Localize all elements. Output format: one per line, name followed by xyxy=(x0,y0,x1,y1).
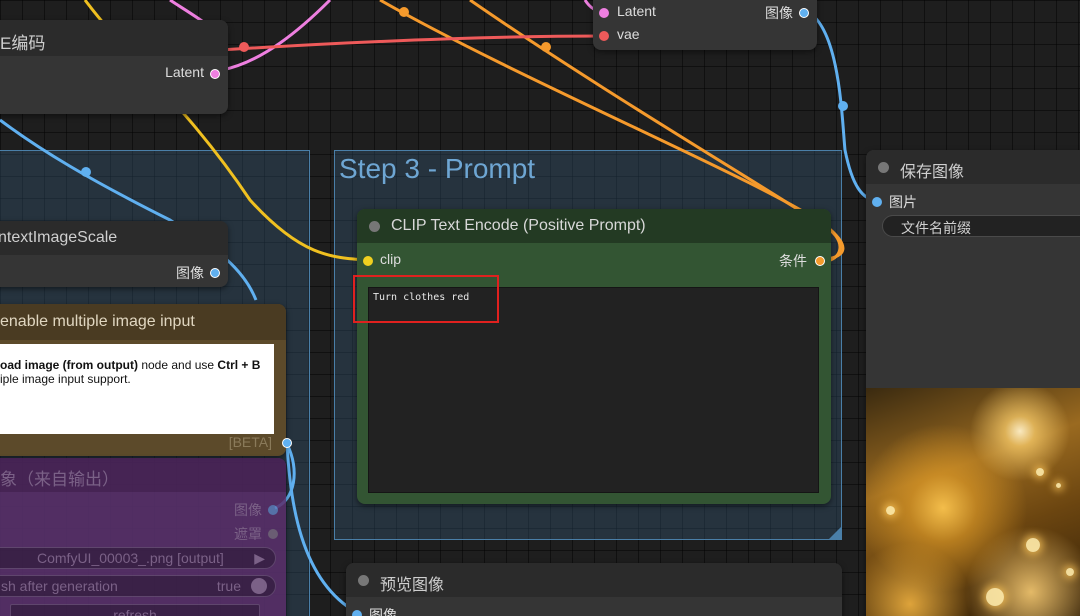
output-image[interactable]: 图像 xyxy=(765,3,809,23)
clip-text-encode-node[interactable]: CLIP Text Encode (Positive Prompt) clip … xyxy=(357,209,831,504)
output-conditioning[interactable]: 条件 xyxy=(779,251,825,271)
image-output-dot-icon[interactable] xyxy=(210,268,220,278)
input-vae[interactable]: vae xyxy=(599,26,640,46)
port-label: Latent xyxy=(165,64,204,80)
conditioning-output-dot-icon[interactable] xyxy=(815,256,825,266)
node-title-bar[interactable]: 预览图像 xyxy=(346,563,842,597)
port-label: 遮罩 xyxy=(234,526,262,542)
input-latent[interactable]: Latent xyxy=(599,3,656,23)
load-image-output-node[interactable]: 象（来自输出） 图像 遮罩 ComfyUI_00003_.png [output… xyxy=(0,458,286,616)
input-images[interactable]: 图片 xyxy=(872,192,917,212)
button-label: refresh xyxy=(113,607,157,616)
output-image[interactable]: 图像 xyxy=(234,500,278,520)
node-title-bar[interactable]: enable multiple image input xyxy=(0,304,286,340)
output-image[interactable]: 图像 xyxy=(176,263,220,283)
input-clip[interactable]: clip xyxy=(363,251,401,271)
light-spark xyxy=(886,506,895,515)
output-mask[interactable]: 遮罩 xyxy=(234,524,278,544)
output-latent[interactable]: Latent xyxy=(165,64,220,84)
widget-label: 文件名前缀 xyxy=(901,220,971,236)
node-title: 保存图像 xyxy=(900,164,965,181)
mask-output-dot-icon[interactable] xyxy=(268,529,278,539)
note-node[interactable]: enable multiple image input oad image (f… xyxy=(0,304,286,456)
vae-decode-node[interactable]: Latent vae 图像 xyxy=(593,0,817,50)
port-label: 图像 xyxy=(176,265,204,281)
node-title-bar[interactable]: 保存图像 xyxy=(866,150,1080,184)
image-input-dot-icon[interactable] xyxy=(872,197,882,207)
node-title-bar[interactable]: CLIP Text Encode (Positive Prompt) xyxy=(357,209,831,243)
toggle-label: sh after generation xyxy=(1,578,118,594)
beta-badge: [BETA] xyxy=(228,434,272,450)
save-image-node[interactable]: 保存图像 图片 文件名前缀 xyxy=(866,150,1080,616)
note-body[interactable]: oad image (from output) node and use Ctr… xyxy=(0,344,274,434)
note-line-2: iple image input support. xyxy=(0,372,131,386)
refresh-button[interactable]: refresh xyxy=(10,604,260,616)
vae-encode-node[interactable]: E编码 Latent xyxy=(0,20,228,114)
latent-input-dot-icon[interactable] xyxy=(599,8,609,18)
port-label: clip xyxy=(380,251,402,267)
latent-wire-2[interactable] xyxy=(221,0,332,72)
clip-input-dot-icon[interactable] xyxy=(363,256,373,266)
light-spark xyxy=(986,588,1004,606)
light-spark xyxy=(1056,483,1061,488)
group-resize-corner-icon[interactable] xyxy=(829,527,841,539)
note-bold-node: oad image (from output) xyxy=(0,358,138,372)
filename-prefix-widget[interactable]: 文件名前缀 xyxy=(882,215,1080,237)
group-title[interactable]: Step 3 - Prompt xyxy=(339,153,535,185)
preview-image-node[interactable]: 预览图像 图像 xyxy=(346,563,842,616)
node-title: CLIP Text Encode (Positive Prompt) xyxy=(391,217,646,234)
port-label: 图像 xyxy=(369,607,397,616)
note-bold-shortcut: Ctrl + B xyxy=(217,358,261,372)
port-label: 图像 xyxy=(765,5,793,21)
play-triangle-icon[interactable]: ▶ xyxy=(254,550,265,567)
image-input-dot-icon[interactable] xyxy=(352,610,362,616)
node-collapse-dot-icon[interactable] xyxy=(369,221,380,232)
light-spark xyxy=(1036,468,1044,476)
image-output-dot-icon[interactable] xyxy=(268,505,278,515)
note-link-dot-icon[interactable] xyxy=(282,438,292,448)
node-title: 象（来自输出） xyxy=(0,470,119,489)
node-title-bar[interactable]: E编码 xyxy=(0,20,228,56)
refresh-toggle-widget[interactable]: sh after generation true xyxy=(0,575,276,597)
node-title-bar[interactable]: ntextImageScale xyxy=(0,221,228,255)
widget-value: ComfyUI_00003_.png [output] xyxy=(37,550,224,566)
node-collapse-dot-icon[interactable] xyxy=(358,575,369,586)
toggle-value: true xyxy=(216,578,241,594)
node-title: E编码 xyxy=(0,34,46,53)
node-title: enable multiple image input xyxy=(0,313,195,330)
generated-image-preview[interactable] xyxy=(866,388,1080,616)
prompt-textarea[interactable]: Turn clothes red xyxy=(368,287,819,493)
node-title: 预览图像 xyxy=(380,577,445,594)
port-label: 条件 xyxy=(779,253,807,269)
port-label: 图像 xyxy=(234,502,262,518)
node-collapse-dot-icon[interactable] xyxy=(878,162,889,173)
image-scale-node[interactable]: ntextImageScale 图像 xyxy=(0,221,228,287)
node-title: ntextImageScale xyxy=(0,229,118,246)
port-label: Latent xyxy=(617,3,656,19)
toggle-knob-icon[interactable] xyxy=(251,578,267,594)
latent-output-dot-icon[interactable] xyxy=(210,69,220,79)
light-spark xyxy=(1026,538,1040,552)
port-label: vae xyxy=(617,26,640,42)
image-select-widget[interactable]: ComfyUI_00003_.png [output] ▶ xyxy=(0,547,276,569)
input-images[interactable]: 图像 xyxy=(352,605,397,616)
vae-input-dot-icon[interactable] xyxy=(599,31,609,41)
light-spark xyxy=(1066,568,1074,576)
port-label: 图片 xyxy=(889,194,917,210)
image-output-dot-icon[interactable] xyxy=(799,8,809,18)
note-plain: node and use xyxy=(138,358,218,372)
node-title-bar[interactable]: 象（来自输出） xyxy=(0,458,286,492)
note-line-1: oad image (from output) node and use Ctr… xyxy=(0,358,268,372)
